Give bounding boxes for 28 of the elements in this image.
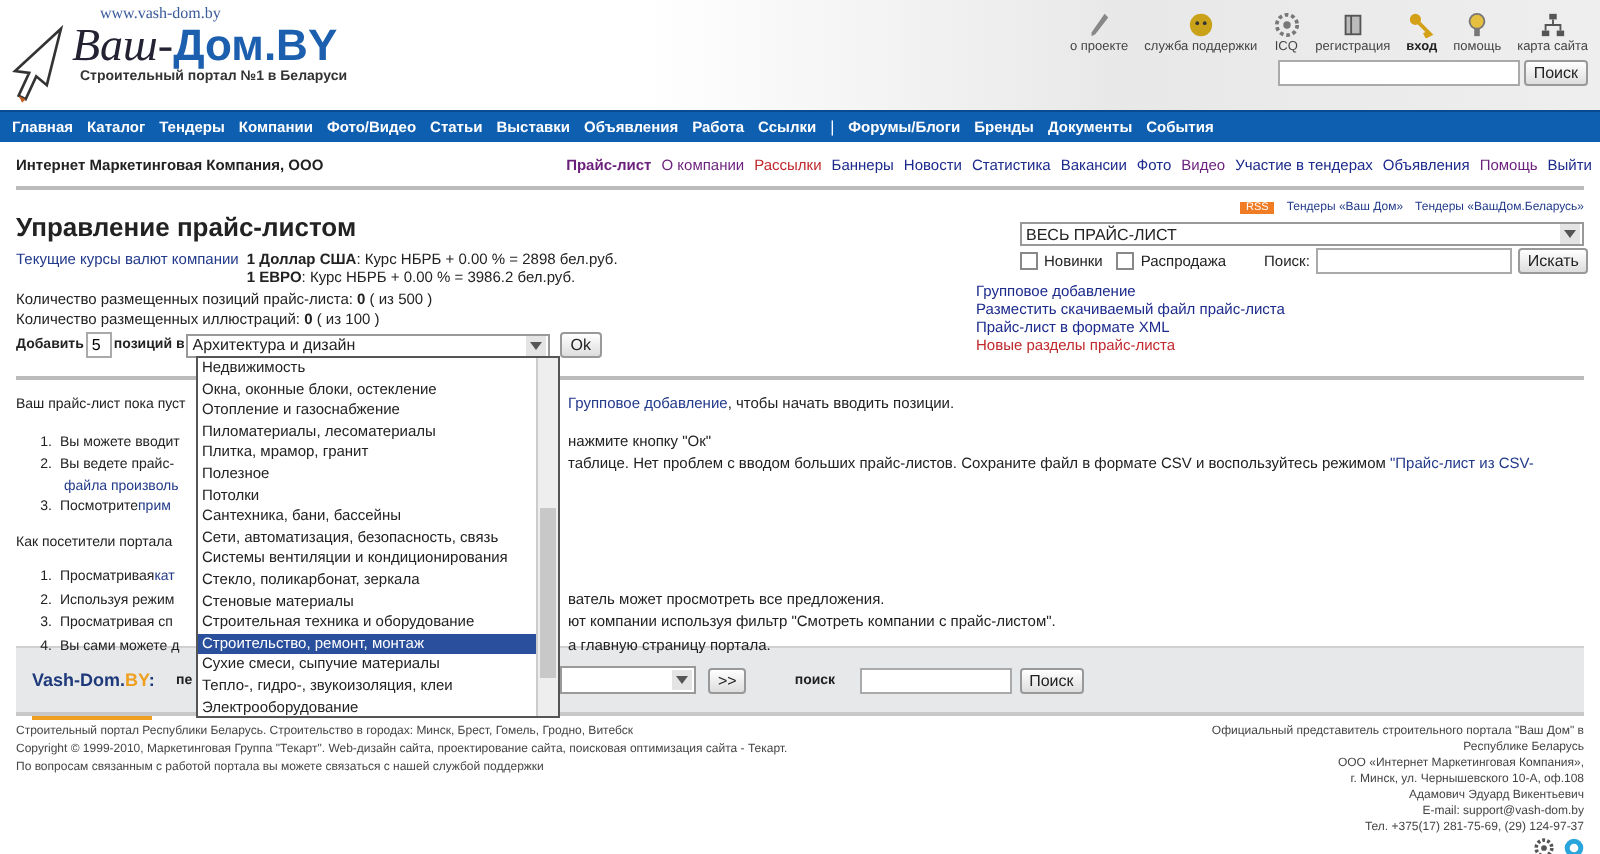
key-icon [1408, 12, 1435, 38]
flower-icon[interactable] [1534, 838, 1554, 854]
category-select[interactable]: Архитектура и дизайн [186, 333, 551, 357]
search-field[interactable] [1315, 248, 1512, 274]
page-title: Управление прайс-листом [16, 214, 359, 242]
search-button[interactable]: Поиск [1523, 60, 1588, 86]
logo-text: Дом.BY [173, 22, 338, 70]
scope-select[interactable]: ВЕСЬ ПРАЙС-ЛИСТ [1020, 222, 1584, 246]
ok-button[interactable]: Ok [560, 332, 601, 358]
nav-separator: | [830, 118, 835, 136]
flower-icon [1273, 12, 1300, 38]
sitemap-icon [1539, 12, 1566, 38]
smiley-icon [1187, 12, 1214, 38]
site-url[interactable]: www.vash-dom.by [100, 4, 348, 22]
search-field[interactable] [1277, 60, 1520, 86]
search-button[interactable]: Поиск [1019, 667, 1084, 693]
scrollbar[interactable] [536, 358, 558, 716]
section-select[interactable] [560, 666, 696, 694]
pen-icon [1086, 12, 1113, 38]
book-icon [1339, 12, 1366, 38]
bulb-icon [1464, 12, 1491, 38]
find-button[interactable]: Искать [1517, 248, 1589, 274]
brand-label: Vash-Dom.BY: [32, 670, 157, 690]
logo-text: Ваш- [72, 22, 174, 70]
go-button[interactable]: >> [708, 667, 747, 693]
count-field[interactable]: 5 [85, 332, 112, 358]
trowel-arrow-icon [8, 24, 68, 104]
search-field[interactable] [859, 667, 1012, 693]
